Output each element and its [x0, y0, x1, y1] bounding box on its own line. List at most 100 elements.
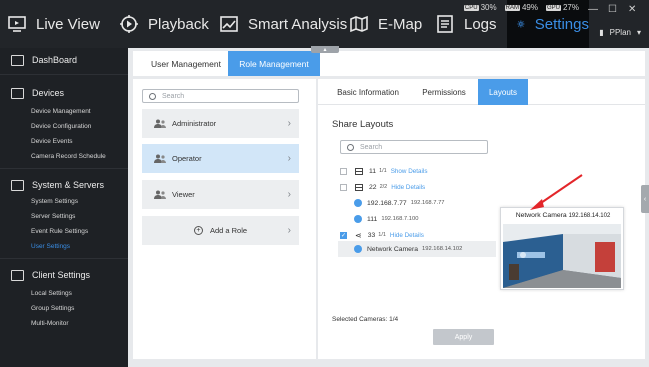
plus-circle-icon: +: [193, 226, 203, 235]
preview-title: Network Camera 192.168.14.102: [515, 212, 611, 219]
collapse-handle[interactable]: ▴: [311, 46, 339, 53]
sidebar-item-event-rule-settings[interactable]: Event Rule Settings: [31, 228, 88, 235]
tab-user-management[interactable]: User Management: [141, 51, 231, 76]
cpu-stat: CPU 30%: [463, 3, 497, 12]
users-icon: [154, 154, 166, 163]
nav-label: Logs: [464, 15, 497, 33]
sidebar-item-group-settings[interactable]: Group Settings: [31, 305, 74, 312]
play-circle-icon: [120, 15, 138, 33]
layout-row-22[interactable]: 22 2/2 Hide Details: [340, 180, 425, 194]
sidebar-item-multi-monitor[interactable]: Multi-Monitor: [31, 320, 69, 327]
roles-panel: Search Administrator › Operator › Viewer…: [133, 79, 316, 359]
ram-stat: RAM 49%: [504, 3, 538, 12]
maximize-icon[interactable]: ☐: [608, 4, 617, 15]
hide-details-link[interactable]: Hide Details: [390, 232, 424, 239]
top-navigation-bar: Live View Playback Smart Analysis E-Map …: [0, 0, 649, 48]
chevron-right-icon: ›: [287, 118, 291, 129]
chevron-right-icon: ›: [287, 153, 291, 164]
nav-label: E-Map: [378, 15, 423, 33]
red-arrow-annotation: [530, 174, 583, 210]
layout-checkbox[interactable]: ✓: [340, 231, 347, 239]
sidebar-item-device-configuration[interactable]: Device Configuration: [31, 123, 91, 130]
expand-panel-handle[interactable]: ‹: [641, 185, 649, 213]
role-viewer[interactable]: Viewer ›: [142, 180, 299, 209]
nav-label: Live View: [36, 15, 100, 33]
layout-icon: [355, 167, 363, 175]
detail-tab-bar: Basic Information Permissions Layouts: [318, 79, 645, 105]
device-icon: [11, 87, 24, 99]
users-icon: [154, 119, 166, 128]
minimize-icon[interactable]: —: [588, 4, 598, 15]
add-role-button[interactable]: + Add a Role ›: [142, 216, 299, 245]
close-icon[interactable]: ✕: [628, 4, 636, 15]
camera-icon: [354, 215, 362, 223]
tab-role-management[interactable]: Role Management: [228, 51, 320, 76]
dashboard-icon: [11, 54, 24, 66]
sidebar-item-server-settings[interactable]: Server Settings: [31, 213, 75, 220]
user-icon: ▮: [599, 28, 604, 37]
camera-icon: [354, 245, 362, 253]
user-menu[interactable]: ▮ PPlan ▾: [599, 28, 641, 37]
selected-cameras-count: Selected Cameras: 1/4: [332, 316, 399, 323]
search-icon: [149, 92, 156, 100]
layout-checkbox[interactable]: [340, 183, 347, 191]
search-icon: [347, 143, 354, 151]
system-stats: CPU 30% RAM 49% GPU 27%: [463, 3, 579, 12]
divider: [0, 74, 128, 75]
divider: [0, 168, 128, 169]
monitor-icon: [8, 16, 26, 32]
nav-smart-analysis[interactable]: Smart Analysis: [220, 0, 347, 48]
top-tab-bar: User Management Role Management: [133, 51, 645, 76]
layout-checkbox[interactable]: [340, 167, 347, 175]
sidebar-section-system-servers[interactable]: System & Servers: [0, 178, 128, 192]
username: PPlan: [609, 28, 631, 37]
role-administrator[interactable]: Administrator ›: [142, 109, 299, 138]
gpu-stat: GPU 27%: [545, 3, 579, 12]
tab-layouts[interactable]: Layouts: [478, 79, 528, 105]
sidebar-item-system-settings[interactable]: System Settings: [31, 198, 78, 205]
camera-row[interactable]: 111 192.168.7.100: [354, 212, 418, 226]
gear-icon: [517, 20, 525, 28]
client-icon: [11, 269, 24, 281]
layout-row-33[interactable]: ✓ ⋖ 33 1/1 Hide Details: [340, 228, 424, 242]
hide-details-link[interactable]: Hide Details: [391, 184, 425, 191]
map-icon: [350, 15, 368, 33]
show-details-link[interactable]: Show Details: [391, 168, 428, 175]
nav-label: Smart Analysis: [248, 15, 348, 33]
app-window: Live View Playback Smart Analysis E-Map …: [0, 0, 649, 367]
share-icon: ⋖: [355, 230, 362, 240]
users-icon: [154, 190, 166, 199]
role-operator[interactable]: Operator ›: [142, 144, 299, 173]
layout-icon: [355, 183, 363, 191]
divider: [0, 258, 128, 259]
camera-icon: [354, 199, 362, 207]
camera-row[interactable]: Network Camera 192.168.14.102: [354, 242, 462, 256]
sidebar: DashBoard Devices Device Management Devi…: [0, 48, 128, 367]
chevron-down-icon: ▾: [636, 28, 641, 37]
chart-icon: [220, 16, 238, 32]
sidebar-item-device-events[interactable]: Device Events: [31, 138, 73, 145]
chevron-right-icon: ›: [287, 189, 291, 200]
sidebar-section-client-settings[interactable]: Client Settings: [0, 268, 128, 282]
layout-row-11[interactable]: 11 1/1 Show Details: [340, 164, 427, 178]
layouts-search-input[interactable]: Search: [340, 140, 488, 154]
nav-label: Playback: [148, 15, 209, 33]
nav-emap[interactable]: E-Map: [350, 0, 422, 48]
nav-label: Settings: [534, 15, 589, 33]
sidebar-section-devices[interactable]: Devices: [0, 86, 128, 100]
sidebar-item-user-settings[interactable]: User Settings: [31, 243, 70, 250]
apply-button[interactable]: Apply: [433, 329, 494, 345]
tab-permissions[interactable]: Permissions: [413, 79, 475, 105]
sidebar-item-camera-record-schedule[interactable]: Camera Record Schedule: [31, 153, 106, 160]
nav-live-view[interactable]: Live View: [8, 0, 100, 48]
nav-playback[interactable]: Playback: [120, 0, 209, 48]
chevron-right-icon: ›: [287, 225, 291, 236]
camera-row[interactable]: 192.168.7.77 192.168.7.77: [354, 196, 445, 210]
sidebar-item-dashboard[interactable]: DashBoard: [0, 52, 128, 68]
roles-search-input[interactable]: Search: [142, 89, 299, 103]
sidebar-item-local-settings[interactable]: Local Settings: [31, 290, 72, 297]
network-icon: [11, 179, 24, 191]
tab-basic-information[interactable]: Basic Information: [324, 79, 412, 105]
sidebar-item-device-management[interactable]: Device Management: [31, 108, 91, 115]
camera-snapshot: [503, 224, 621, 288]
